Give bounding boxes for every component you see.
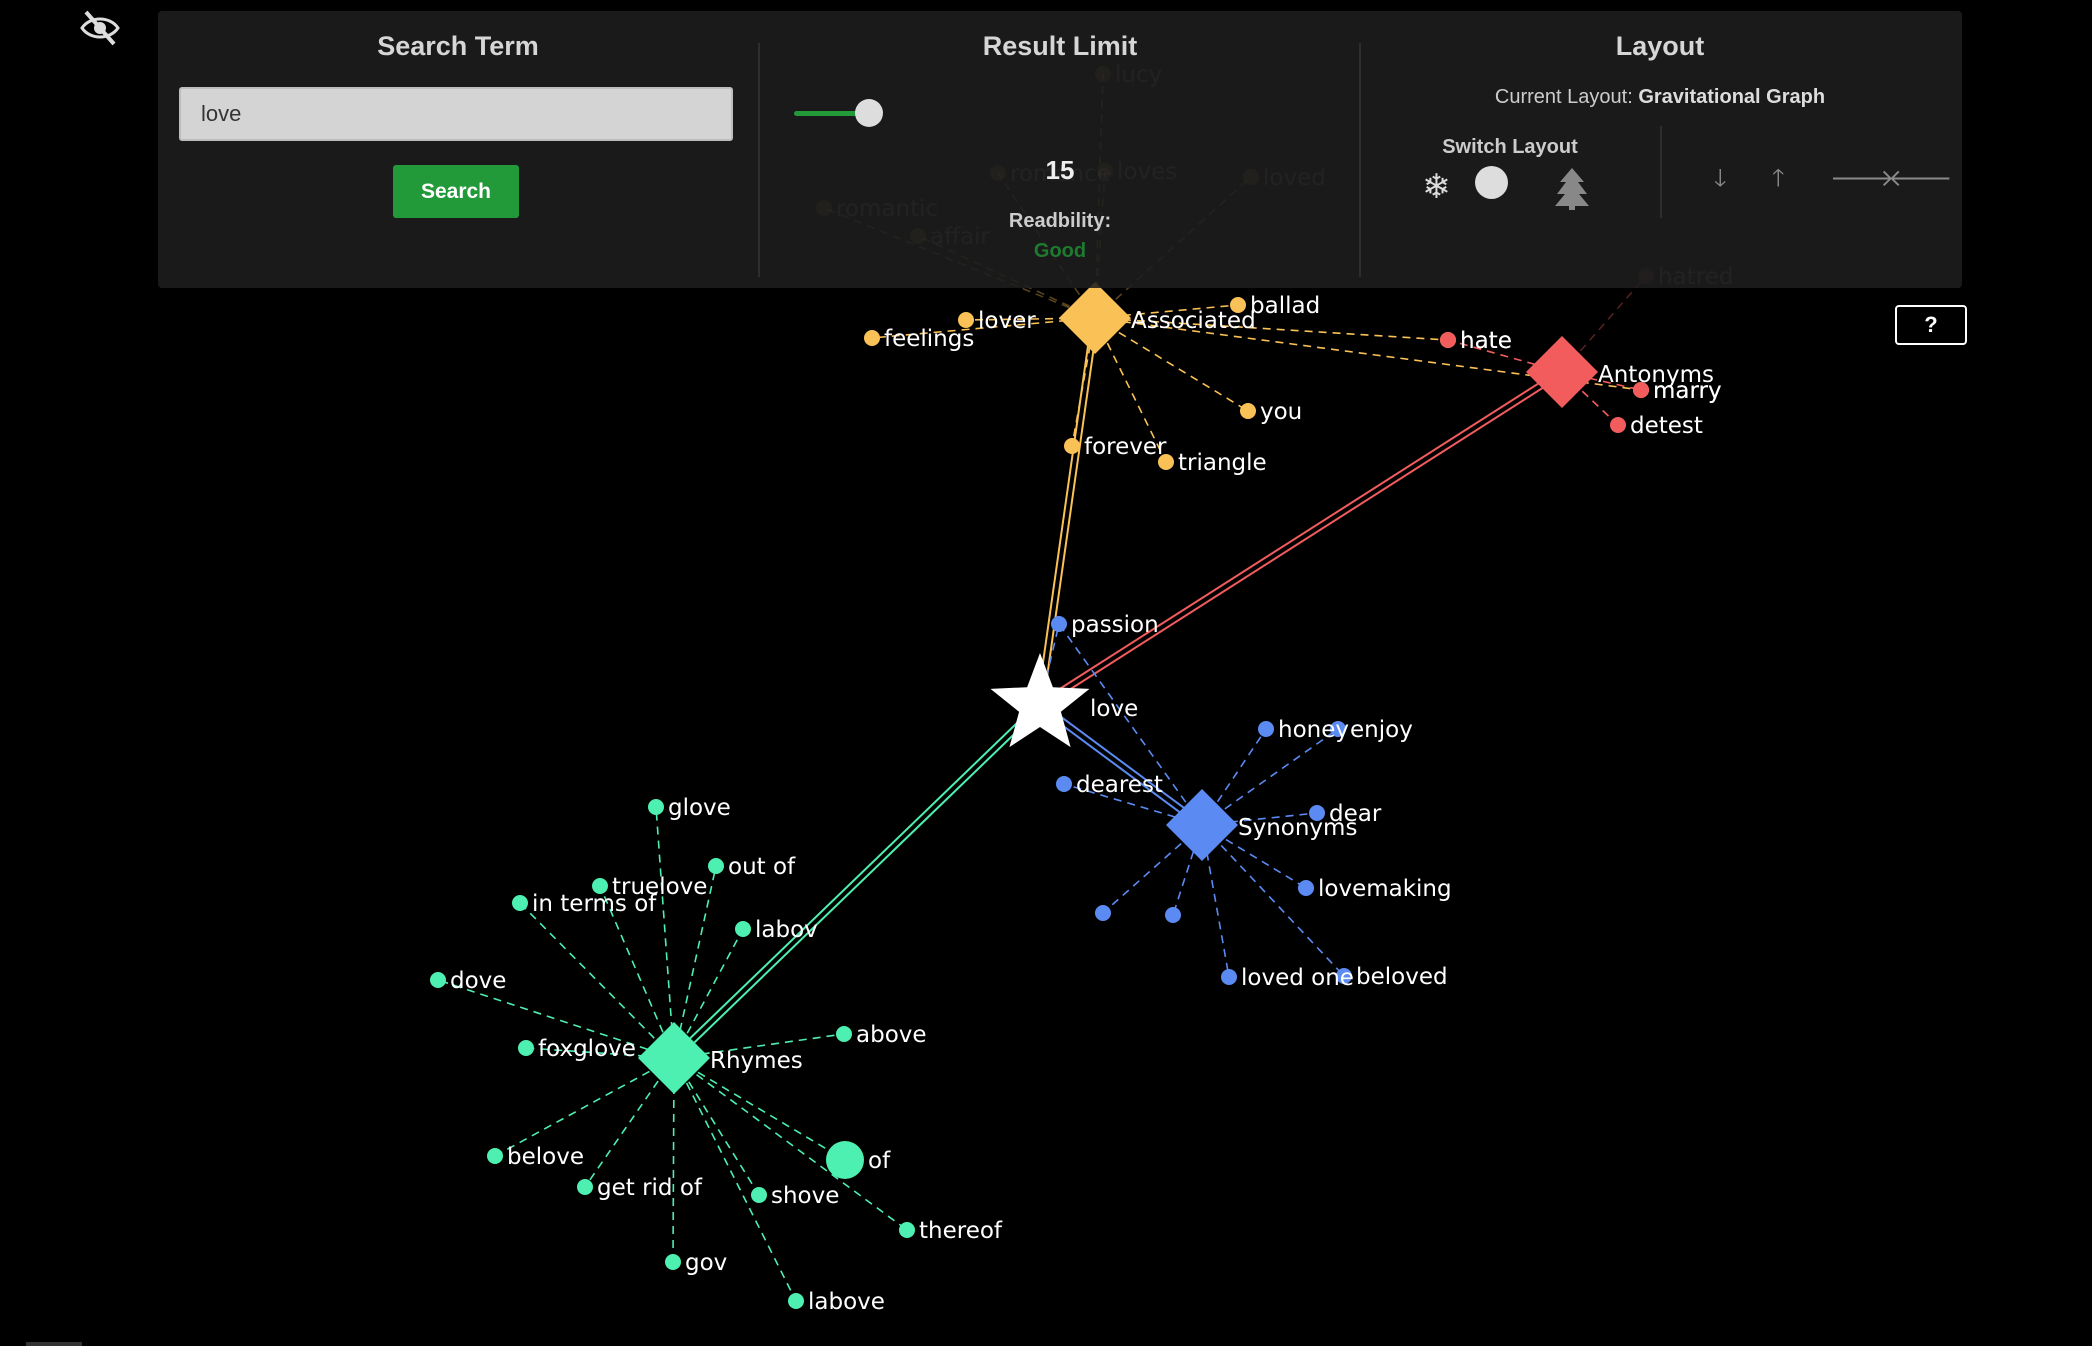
antonym-word-node[interactable] [1610,417,1626,433]
rhymes-hub-label: Rhymes [710,1048,803,1074]
slider-thumb[interactable] [855,99,883,127]
trunk-edge [1041,373,1565,709]
search-term-title: Search Term [377,31,539,61]
antonyms-hub-label: Antonyms [1598,362,1714,388]
trunk-edge [671,702,1039,1057]
scrollbar[interactable] [26,1342,82,1346]
rhyme-word-node[interactable] [648,799,664,815]
panel-divider [758,43,760,277]
rhyme-word-label: foxglove [538,1036,636,1062]
rhyme-word-label: in terms of [532,891,657,917]
rhyme-word-node[interactable] [430,972,446,988]
rhyme-word-label: labov [755,917,818,943]
rhyme-word-label: thereof [919,1218,1003,1244]
synonym-word-node[interactable] [1095,905,1111,921]
associated-word-label: feelings [884,326,974,352]
synonym-word-node[interactable] [1051,616,1067,632]
rhyme-word-label: of [868,1148,891,1174]
leaf-edge [655,806,675,1059]
synonym-word-node[interactable] [1258,721,1274,737]
associated-word-node[interactable] [1240,403,1256,419]
rhyme-word-node[interactable] [826,1141,864,1179]
rhyme-word-node[interactable] [577,1179,593,1195]
associated-word-label: triangle [1178,450,1267,476]
result-limit-value: 15 [1045,155,1075,185]
antonym-word-node[interactable] [1440,332,1456,348]
synonym-word-label: beloved [1356,964,1448,990]
arrow-right-icon[interactable]: 🡒 [1830,166,1894,190]
arrow-left-icon[interactable]: 🡐 [1888,166,1952,190]
readability-value: Good [1033,240,1087,262]
rhyme-word-label: above [856,1022,927,1048]
search-button[interactable]: Search [393,165,519,218]
layout-toggle[interactable] [1475,166,1508,199]
synonym-word-label: dearest [1076,772,1163,798]
rhyme-word-node[interactable] [836,1026,852,1042]
trunk-edge [675,706,1043,1061]
synonyms-hub-label: Synonyms [1238,815,1357,841]
associated-word-node[interactable] [864,330,880,346]
associated-word-label: lover [978,308,1036,334]
current-layout-label: Current Layout: [1494,86,1633,108]
associated-hub-node[interactable] [1059,282,1131,354]
rhyme-word-node[interactable] [899,1222,915,1238]
synonym-word-label: lovemaking [1318,876,1452,902]
help-button[interactable]: ? [1895,305,1967,345]
associated-hub-label: Associated [1131,308,1256,334]
rhyme-word-label: belove [507,1144,584,1170]
rhyme-word-node[interactable] [518,1040,534,1056]
rhyme-word-label: dove [450,968,506,994]
hide-panel-eye-icon[interactable] [78,8,122,48]
antonyms-hub-node[interactable] [1526,336,1598,408]
arrow-down-icon[interactable]: 🡓 [1714,166,1726,190]
synonyms-hub-node[interactable] [1166,789,1238,861]
rhyme-word-label: glove [668,795,731,821]
synonym-word-label: honey [1278,717,1349,743]
readability-label: Readbility: [1008,210,1112,232]
rhyme-word-node[interactable] [665,1254,681,1270]
search-input[interactable] [179,87,733,141]
trunk-edge [1036,317,1094,705]
synonym-word-label: loved one [1241,965,1354,991]
current-layout-value: Gravitational Graph [1638,86,1826,108]
rhyme-word-label: shove [771,1183,839,1209]
rhyme-word-label: labove [808,1289,885,1315]
synonym-word-label: enjoy [1350,717,1413,743]
associated-word-label: ballad [1250,293,1320,319]
rhyme-word-node[interactable] [708,858,724,874]
leaf-edge [519,902,675,1059]
current-layout: Current Layout: Gravitational Graph [1360,86,1960,109]
layout-divider [1660,126,1662,218]
arrow-up-icon[interactable]: 🡑 [1772,166,1784,190]
snowflake-icon[interactable]: ❄ [1422,170,1451,204]
rhyme-word-label: out of [728,854,796,880]
synonym-word-node[interactable] [1165,907,1181,923]
result-limit-title: Result Limit [982,31,1138,61]
associated-word-node[interactable] [1064,438,1080,454]
rhyme-word-node[interactable] [512,895,528,911]
associated-word-label: you [1260,399,1302,425]
associated-word-label: forever [1084,434,1167,460]
layout-title: Layout [1615,31,1705,61]
rhyme-word-label: get rid of [597,1175,703,1201]
switch-layout-label: Switch Layout [1442,136,1578,158]
rhyme-word-node[interactable] [735,921,751,937]
synonym-word-label: passion [1071,612,1159,638]
center-word-label: love [1090,696,1138,722]
synonym-word-node[interactable] [1298,880,1314,896]
trunk-edge [1041,318,1099,706]
rhyme-word-node[interactable] [788,1293,804,1309]
rhyme-word-node[interactable] [751,1187,767,1203]
antonym-word-label: detest [1630,413,1703,439]
panel-divider [1359,43,1361,277]
rhyme-word-label: gov [685,1250,727,1276]
leaf-edge [494,1057,675,1157]
tree-icon[interactable] [1555,168,1589,216]
antonym-word-label: hate [1460,328,1512,354]
rhyme-word-node[interactable] [487,1148,503,1164]
synonym-word-node[interactable] [1221,969,1237,985]
synonym-word-node[interactable] [1056,776,1072,792]
